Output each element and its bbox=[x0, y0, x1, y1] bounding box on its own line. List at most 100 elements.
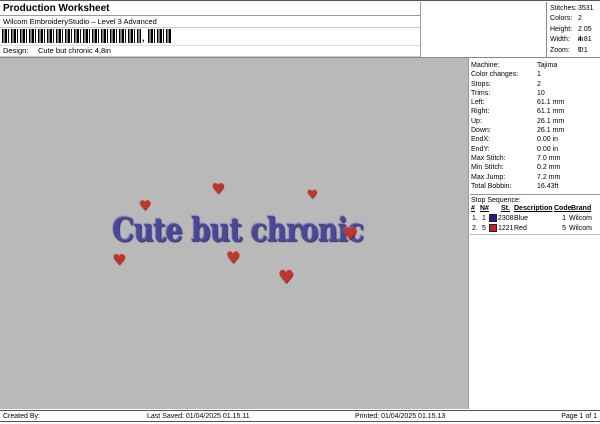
thread-number: 2308 bbox=[498, 215, 514, 223]
summary-label: Height: bbox=[550, 25, 573, 33]
design-canvas: Cute but chronic ♥ ♥ ♥ ♥ ♥ ♥ ♥ bbox=[0, 58, 469, 409]
summary-label: Zoom: bbox=[550, 46, 570, 54]
header-block: Production Worksheet Wilcom EmbroiderySt… bbox=[0, 2, 421, 66]
machine-info-row: EndY: 0.00 in bbox=[470, 145, 600, 154]
thread-number: 1221 bbox=[498, 224, 514, 232]
machine-info-row: Left: 61.1 mm bbox=[470, 98, 600, 107]
info-value: 7.0 mm bbox=[537, 154, 561, 162]
stop-sequence-row: 1. 1 2308 Blue 1 Wilcom bbox=[470, 214, 600, 223]
last-saved-text: Last Saved: 01/04/2025 01.15.11 bbox=[147, 413, 250, 420]
page-footer: Created By: Last Saved: 01/04/2025 01.15… bbox=[0, 410, 600, 422]
info-label: Max Jump: bbox=[471, 173, 506, 181]
heart-motif: ♥ bbox=[277, 267, 295, 289]
info-value: 0.00 in bbox=[537, 145, 559, 153]
info-value: 10 bbox=[537, 89, 545, 97]
col-header-st: St. bbox=[501, 205, 510, 213]
info-label: Up: bbox=[471, 117, 482, 125]
info-value: 2 bbox=[537, 80, 541, 88]
info-value: 26.1 mm bbox=[537, 117, 565, 125]
stop-n: 5 bbox=[482, 224, 486, 232]
info-label: Right: bbox=[471, 108, 490, 116]
heart-motif: ♥ bbox=[306, 187, 318, 202]
col-header-n: N# bbox=[480, 205, 489, 213]
stop-sequence-row: 2. 5 1221 Red 5 Wilcom bbox=[470, 223, 600, 233]
info-value: 61.1 mm bbox=[537, 99, 565, 107]
summary-row: Width: 4.81 in bbox=[547, 35, 599, 53]
info-label: EndY: bbox=[471, 145, 490, 153]
thread-brand: Wilcom bbox=[569, 215, 592, 223]
info-label: Trims: bbox=[471, 89, 491, 97]
machine-info-row: Right: 61.1 mm bbox=[470, 107, 600, 116]
info-value: 7.2 mm bbox=[537, 173, 561, 181]
summary-label: Width: bbox=[550, 36, 570, 44]
barcode-row: , bbox=[0, 28, 420, 46]
stop-sequence-bottom-divider bbox=[470, 233, 600, 235]
info-label: Stops: bbox=[471, 80, 491, 88]
heart-motif: ♥ bbox=[342, 224, 358, 245]
info-value: 26.1 mm bbox=[537, 127, 565, 135]
info-value: 16.43ft bbox=[537, 182, 559, 190]
thread-color-swatch bbox=[489, 223, 497, 232]
design-label: Design: bbox=[3, 46, 29, 55]
heart-motif: ♥ bbox=[112, 250, 126, 269]
heart-motif: ♥ bbox=[225, 248, 241, 268]
thread-color-swatch bbox=[489, 214, 497, 223]
info-value: 61.1 mm bbox=[537, 108, 565, 116]
info-label: Min Stitch: bbox=[471, 164, 504, 172]
machine-info-row: Machine: Tajima bbox=[470, 61, 600, 70]
info-label: Color changes: bbox=[471, 71, 519, 79]
page-number: Page 1 of 1 bbox=[561, 413, 597, 420]
page-title: Production Worksheet bbox=[0, 2, 420, 16]
col-header-code: Code bbox=[554, 205, 572, 213]
info-label: Left: bbox=[471, 99, 485, 107]
summary-value: 3531 bbox=[578, 5, 594, 12]
info-value: Tajima bbox=[537, 62, 558, 69]
stop-num: 1. bbox=[472, 215, 478, 223]
info-value: 1 bbox=[537, 71, 541, 79]
info-label: Max Stitch: bbox=[471, 154, 506, 162]
thread-desc: Blue bbox=[514, 215, 529, 223]
thread-code: 5 bbox=[562, 224, 566, 232]
info-label: Down: bbox=[471, 127, 491, 135]
info-label: EndX: bbox=[471, 136, 491, 144]
machine-info-row: Max Stitch: 7.0 mm bbox=[470, 154, 600, 163]
summary-row: Stitches: 3531 bbox=[547, 4, 599, 14]
design-value: Cute but chronic 4,8in bbox=[38, 46, 111, 55]
info-label: Total Bobbin: bbox=[471, 182, 512, 190]
info-value: 0.2 mm bbox=[537, 164, 561, 172]
info-value: 0.00 in bbox=[537, 136, 559, 144]
summary-box: Stitches: 3531 Colors: 2 Height: 2.05 in… bbox=[546, 2, 599, 58]
summary-value: 2 bbox=[578, 15, 582, 23]
design-barcode-tail bbox=[148, 29, 172, 43]
machine-info-row: Stops: 2 bbox=[470, 80, 600, 89]
app-version-subtitle: Wilcom EmbroideryStudio – Level 3 Advanc… bbox=[0, 16, 420, 28]
col-header-brand: Brand bbox=[571, 205, 592, 213]
machine-info-row: Total Bobbin: 16.43ft bbox=[470, 182, 600, 191]
stop-sequence-header: # N# St. Description Code Brand bbox=[470, 205, 600, 214]
production-worksheet-page: Production Worksheet Wilcom EmbroiderySt… bbox=[0, 0, 600, 424]
summary-label: Stitches: bbox=[550, 5, 577, 12]
machine-info-row: Max Jump: 7.2 mm bbox=[470, 173, 600, 182]
machine-info-row: Color changes: 1 bbox=[470, 70, 600, 79]
summary-label: Colors: bbox=[550, 15, 573, 23]
stop-n: 1 bbox=[482, 215, 486, 223]
thread-code: 1 bbox=[562, 215, 566, 223]
summary-row: Height: 2.05 in bbox=[547, 25, 599, 43]
printed-text: Printed: 01/04/2025 01.15.13 bbox=[355, 413, 446, 420]
heart-motif: ♥ bbox=[211, 179, 225, 198]
thread-desc: Red bbox=[514, 224, 527, 232]
summary-row: Zoom: 1:1 bbox=[547, 46, 599, 56]
machine-info-panel: Machine: Tajima Color changes: 1 Stops: 2 T… bbox=[470, 58, 600, 409]
machine-info-row: Down: 26.1 mm bbox=[470, 126, 600, 135]
info-label: Machine: bbox=[471, 62, 500, 69]
heart-motif: ♥ bbox=[138, 198, 152, 215]
created-by-label: Created By: bbox=[3, 413, 40, 420]
stop-num: 2. bbox=[472, 224, 478, 232]
stop-sequence-title: Stop Sequence: bbox=[471, 197, 521, 205]
design-text: Cute but chronic bbox=[112, 210, 364, 249]
barcode-separator: , bbox=[142, 33, 145, 43]
machine-info-row: Up: 26.1 mm bbox=[470, 117, 600, 126]
machine-info-row: Trims: 10 bbox=[470, 89, 600, 98]
design-barcode bbox=[2, 29, 141, 43]
machine-info-row: Min Stitch: 0.2 mm bbox=[470, 163, 600, 172]
